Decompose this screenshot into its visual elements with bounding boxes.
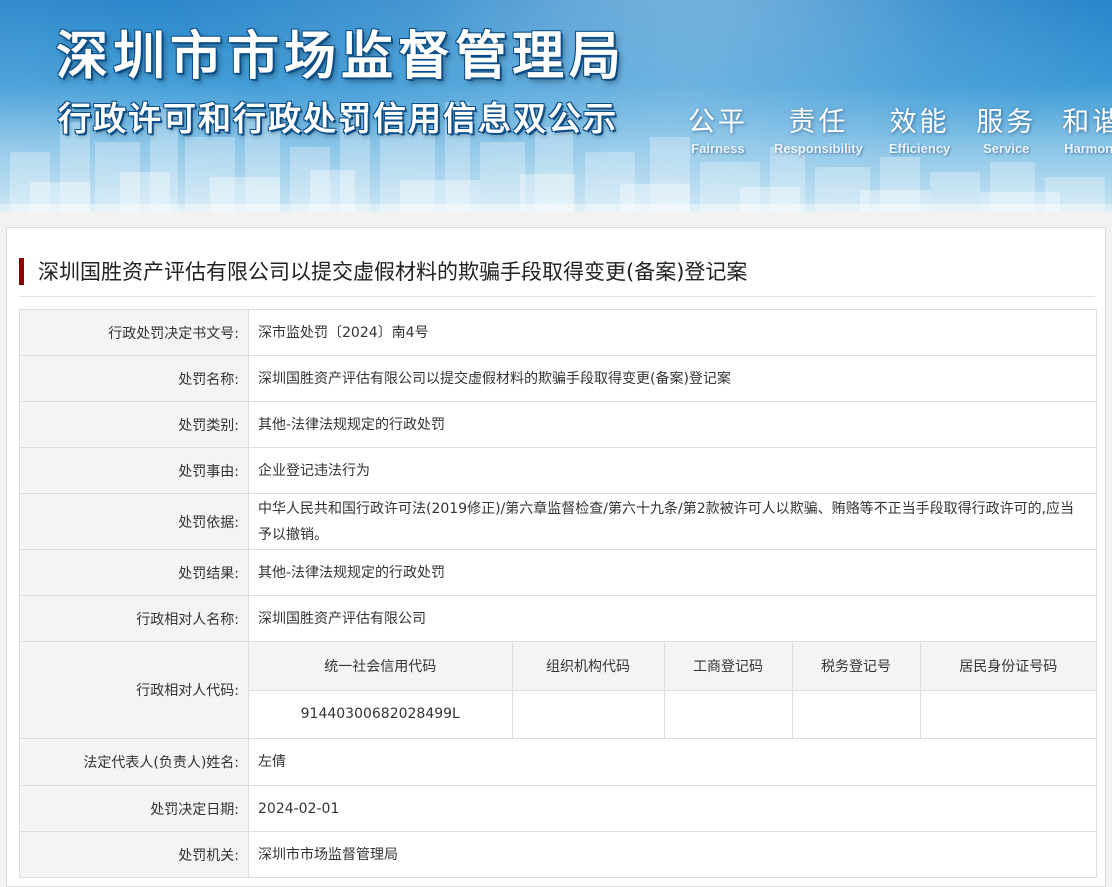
slogan-cn: 和谐 <box>1062 107 1112 138</box>
legal-rep-label: 法定代表人(负责人)姓名: <box>19 738 249 786</box>
slogan-en: Fairness <box>691 141 745 156</box>
table-row: 处罚机关: 深圳市市场监督管理局 <box>19 831 1097 878</box>
code-value-tax <box>792 690 921 738</box>
slogan-responsibility: 责任 Responsibility <box>774 100 863 156</box>
banner-subtitle: 行政许可和行政处罚信用信息双公示 <box>58 99 618 138</box>
penalty-result-label: 处罚结果: <box>19 549 249 596</box>
party-code-table: 统一社会信用代码 组织机构代码 工商登记码 税务登记号 居民身份证号码 9144… <box>249 642 1096 738</box>
slogan-en: Responsibility <box>774 141 863 156</box>
slogan-efficiency: 效能 Efficiency <box>889 100 950 156</box>
title-divider <box>19 296 1095 297</box>
case-title: 深圳国胜资产评估有限公司以提交虚假材料的欺骗手段取得变更(备案)登记案 <box>19 256 747 286</box>
slogan-service: 服务 Service <box>976 100 1036 156</box>
table-row: 处罚依据: 中华人民共和国行政许可法(2019修正)/第六章监督检查/第六十九条… <box>19 493 1097 550</box>
banner-slogans: 公平 Fairness 责任 Responsibility 效能 Efficie… <box>688 100 1112 156</box>
slogan-cn: 服务 <box>976 107 1037 138</box>
code-header-id: 居民身份证号码 <box>920 642 1096 691</box>
table-row: 行政相对人代码: 统一社会信用代码 组织机构代码 工商登记码 税务登记号 居民身… <box>19 641 1097 739</box>
table-row: 行政处罚决定书文号: 深市监处罚〔2024〕南4号 <box>19 309 1097 356</box>
party-name-label: 行政相对人名称: <box>19 595 249 642</box>
party-name-value: 深圳国胜资产评估有限公司 <box>248 595 1097 642</box>
decision-no-label: 行政处罚决定书文号: <box>19 309 249 356</box>
code-value-credit: 91440300682028499L <box>249 690 513 738</box>
penalty-info-table: 行政处罚决定书文号: 深市监处罚〔2024〕南4号 处罚名称: 深圳国胜资产评估… <box>19 309 1097 878</box>
slogan-en: Efficiency <box>888 141 951 156</box>
table-row: 法定代表人(负责人)姓名: 左倩 <box>19 738 1097 786</box>
code-value-business <box>664 690 793 738</box>
legal-rep-value: 左倩 <box>248 738 1097 786</box>
decision-date-value: 2024-02-01 <box>248 785 1097 832</box>
header-banner: 深圳市市场监督管理局 行政许可和行政处罚信用信息双公示 公平 Fairness … <box>0 0 1112 212</box>
penalty-category-label: 处罚类别: <box>19 401 249 448</box>
slogan-cn: 责任 <box>788 107 849 138</box>
penalty-reason-label: 处罚事由: <box>19 447 249 494</box>
slogan-cn: 效能 <box>889 107 950 138</box>
slogan-fairness: 公平 Fairness <box>688 100 748 156</box>
table-row: 处罚决定日期: 2024-02-01 <box>19 785 1097 832</box>
penalty-basis-label: 处罚依据: <box>19 493 249 550</box>
slogan-harmony: 和谐 Harmony <box>1062 100 1112 156</box>
code-header-org: 组织机构代码 <box>512 642 665 691</box>
slogan-cn: 公平 <box>688 107 748 138</box>
case-title-text: 深圳国胜资产评估有限公司以提交虚假材料的欺骗手段取得变更(备案)登记案 <box>38 260 748 284</box>
title-accent-bar <box>19 257 24 285</box>
code-value-id <box>920 690 1096 738</box>
authority-value: 深圳市市场监督管理局 <box>248 831 1097 878</box>
code-value-org <box>512 690 665 738</box>
table-row: 处罚名称: 深圳国胜资产评估有限公司以提交虚假材料的欺骗手段取得变更(备案)登记… <box>19 355 1097 402</box>
penalty-result-value: 其他-法律法规规定的行政处罚 <box>248 549 1097 596</box>
code-header-credit: 统一社会信用代码 <box>249 642 513 691</box>
party-code-label: 行政相对人代码: <box>19 641 249 739</box>
code-value-row: 91440300682028499L <box>249 690 1096 738</box>
code-header-row: 统一社会信用代码 组织机构代码 工商登记码 税务登记号 居民身份证号码 <box>249 642 1096 691</box>
decision-no-value: 深市监处罚〔2024〕南4号 <box>248 309 1097 356</box>
party-code-cell: 统一社会信用代码 组织机构代码 工商登记码 税务登记号 居民身份证号码 9144… <box>248 641 1097 739</box>
penalty-reason-value: 企业登记违法行为 <box>248 447 1097 494</box>
decision-date-label: 处罚决定日期: <box>19 785 249 832</box>
penalty-basis-value: 中华人民共和国行政许可法(2019修正)/第六章监督检查/第六十九条/第2款被许… <box>248 493 1097 550</box>
penalty-category-value: 其他-法律法规规定的行政处罚 <box>248 401 1097 448</box>
code-header-business: 工商登记码 <box>664 642 793 691</box>
penalty-name-label: 处罚名称: <box>19 355 249 402</box>
code-header-tax: 税务登记号 <box>792 642 921 691</box>
penalty-name-value: 深圳国胜资产评估有限公司以提交虚假材料的欺骗手段取得变更(备案)登记案 <box>248 355 1097 402</box>
authority-label: 处罚机关: <box>19 831 249 878</box>
table-row: 处罚类别: 其他-法律法规规定的行政处罚 <box>19 401 1097 448</box>
slogan-en: Harmony <box>1064 141 1112 156</box>
banner-title: 深圳市市场监督管理局 <box>56 27 627 87</box>
slogan-en: Service <box>983 141 1030 156</box>
table-row: 行政相对人名称: 深圳国胜资产评估有限公司 <box>19 595 1097 642</box>
table-row: 处罚结果: 其他-法律法规规定的行政处罚 <box>19 549 1097 596</box>
table-row: 处罚事由: 企业登记违法行为 <box>19 447 1097 494</box>
case-detail-panel: 深圳国胜资产评估有限公司以提交虚假材料的欺骗手段取得变更(备案)登记案 行政处罚… <box>6 227 1106 887</box>
